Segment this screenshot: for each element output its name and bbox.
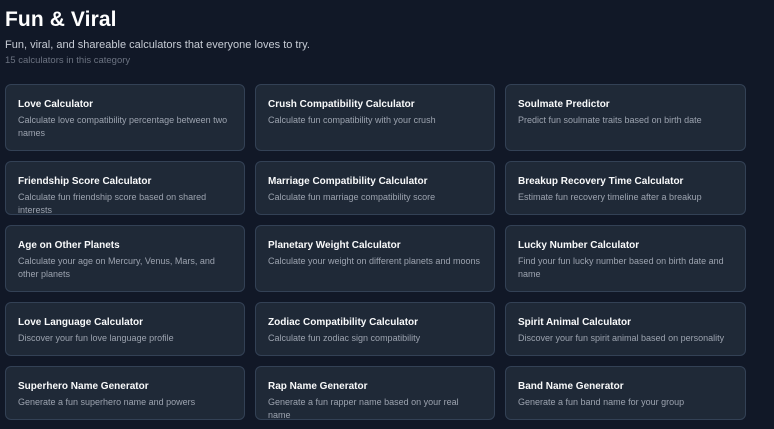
calculator-card-title: Soulmate Predictor <box>518 99 610 110</box>
calculator-card-title: Superhero Name Generator <box>18 381 149 392</box>
calculator-grid: Love Calculator Calculate love compatibi… <box>5 84 746 420</box>
calculator-card-description: Find your fun lucky number based on birt… <box>518 256 724 279</box>
calculator-card-description: Calculate fun zodiac sign compatibility <box>268 333 421 343</box>
category-header: Fun & Viral Fun, viral, and shareable ca… <box>5 6 745 68</box>
calculator-card-description: Estimate fun recovery timeline after a b… <box>518 192 702 202</box>
calculator-card-breakup-recovery[interactable]: Breakup Recovery Time Calculator Estimat… <box>505 161 746 215</box>
calculator-card-zodiac-compatibility[interactable]: Zodiac Compatibility Calculator Calculat… <box>255 302 495 356</box>
calculator-card-lucky-number[interactable]: Lucky Number Calculator Find your fun lu… <box>505 225 746 292</box>
calculator-card-description: Calculate fun marriage compatibility sco… <box>268 192 436 202</box>
page-subtitle: Fun, viral, and shareable calculators th… <box>5 39 310 51</box>
calculator-card-marriage-compatibility[interactable]: Marriage Compatibility Calculator Calcul… <box>255 161 495 215</box>
calculator-card-description: Generate a fun superhero name and powers <box>18 397 196 407</box>
calculator-card-planetary-weight[interactable]: Planetary Weight Calculator Calculate yo… <box>255 225 495 292</box>
calculator-card-description: Calculate fun compatibility with your cr… <box>268 115 436 125</box>
calculator-card-crush-compatibility[interactable]: Crush Compatibility Calculator Calculate… <box>255 84 495 151</box>
calculator-card-description: Predict fun soulmate traits based on bir… <box>518 115 702 125</box>
calculator-card-title: Love Language Calculator <box>18 317 144 328</box>
calculator-card-age-other-planets[interactable]: Age on Other Planets Calculate your age … <box>5 225 245 292</box>
calculator-card-title: Planetary Weight Calculator <box>268 240 401 251</box>
calculator-card-description: Generate a fun rapper name based on your… <box>268 397 459 420</box>
calculator-card-title: Band Name Generator <box>518 381 624 392</box>
calculator-card-title: Love Calculator <box>18 99 94 110</box>
calculator-card-title: Friendship Score Calculator <box>18 176 152 187</box>
calculator-card-love[interactable]: Love Calculator Calculate love compatibi… <box>5 84 245 151</box>
calculator-card-title: Crush Compatibility Calculator <box>268 99 415 110</box>
calculator-count: 15 calculators in this category <box>5 55 131 66</box>
calculator-card-description: Generate a fun band name for your group <box>518 397 685 407</box>
calculator-card-title: Rap Name Generator <box>268 381 368 392</box>
calculator-card-band-name[interactable]: Band Name Generator Generate a fun band … <box>505 366 746 420</box>
calculator-card-description: Discover your fun spirit animal based on… <box>518 333 725 343</box>
calculator-card-title: Age on Other Planets <box>18 240 120 251</box>
calculator-card-title: Spirit Animal Calculator <box>518 317 631 328</box>
calculator-card-rap-name[interactable]: Rap Name Generator Generate a fun rapper… <box>255 366 495 420</box>
calculator-card-description: Calculate love compatibility percentage … <box>18 115 228 138</box>
calculator-card-friendship-score[interactable]: Friendship Score Calculator Calculate fu… <box>5 161 245 215</box>
calculator-card-description: Calculate fun friendship score based on … <box>18 192 207 215</box>
calculator-card-description: Calculate your age on Mercury, Venus, Ma… <box>18 256 215 279</box>
calculator-card-love-language[interactable]: Love Language Calculator Discover your f… <box>5 302 245 356</box>
calculator-card-title: Lucky Number Calculator <box>518 240 640 251</box>
calculator-card-title: Zodiac Compatibility Calculator <box>268 317 419 328</box>
calculator-card-superhero-name[interactable]: Superhero Name Generator Generate a fun … <box>5 366 245 420</box>
calculator-card-description: Calculate your weight on different plane… <box>268 256 480 266</box>
calculator-card-description: Discover your fun love language profile <box>18 333 174 343</box>
page-title: Fun & Viral <box>5 8 117 31</box>
calculator-card-title: Marriage Compatibility Calculator <box>268 176 428 187</box>
calculator-card-soulmate-predictor[interactable]: Soulmate Predictor Predict fun soulmate … <box>505 84 746 151</box>
calculator-card-title: Breakup Recovery Time Calculator <box>518 176 684 187</box>
calculator-card-spirit-animal[interactable]: Spirit Animal Calculator Discover your f… <box>505 302 746 356</box>
